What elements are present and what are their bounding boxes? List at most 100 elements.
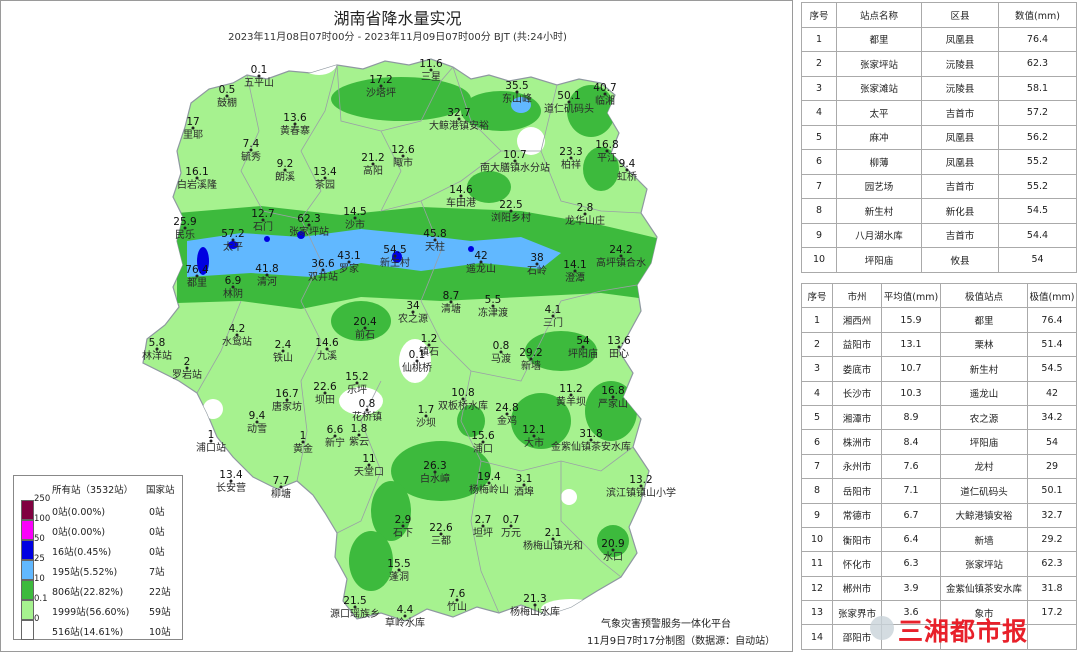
table-cell: 14 <box>801 624 833 650</box>
station-name: 石下 <box>393 528 413 539</box>
table-cell: 郴州市 <box>832 575 882 602</box>
station-value: 0.7 <box>503 514 520 526</box>
station-value: 0.8 <box>359 398 376 410</box>
station-name: 天堂口 <box>354 466 384 478</box>
table-row: 6 株洲市 8.4 坪阳庙 54 <box>801 429 1077 455</box>
table-cell: 8 <box>801 198 837 224</box>
table-cell: 八月湖水库 <box>836 222 922 248</box>
station-value: 17.2 <box>369 74 392 86</box>
station-name: 太平 <box>223 240 243 253</box>
station-value: 17 <box>186 116 199 128</box>
table-cell: 3 <box>801 356 833 382</box>
table-cell: 娄底市 <box>832 356 882 382</box>
table-row: 9 八月湖水库 吉首市 54.4 <box>801 222 1077 248</box>
station-name: 林洋站 <box>142 349 172 362</box>
legend-color-swatch <box>21 600 34 620</box>
legend-count-all: 516站(14.61%) <box>52 627 124 638</box>
station-value: 2.4 <box>275 339 292 351</box>
table-cell: 都里 <box>940 307 1028 333</box>
table-cell: 15.9 <box>881 307 941 333</box>
table-cell: 76.4 <box>1027 307 1077 333</box>
legend-color-swatch <box>21 580 34 600</box>
table-cell: 55.2 <box>998 149 1077 175</box>
station-name: 浦口 <box>473 442 493 455</box>
watermark: 三湘都市报 <box>898 617 1029 646</box>
station-name: 里耶 <box>183 129 203 141</box>
station-name: 茶园 <box>315 178 335 191</box>
legend-header-all: 所有站（3532站） <box>52 485 134 496</box>
legend-count-national: 0站 <box>149 507 165 518</box>
station-name: 大市 <box>524 436 544 449</box>
station-value: 15.5 <box>387 558 410 570</box>
station-value: 7.6 <box>449 588 466 600</box>
station-value: 24.8 <box>495 402 518 414</box>
station-name: 乐坪 <box>347 383 367 396</box>
station-name: 坦坪 <box>473 526 493 539</box>
station-name: 九溪 <box>317 350 337 362</box>
table-cell: 长沙市 <box>832 380 882 406</box>
table-cell: 吉首市 <box>921 100 999 126</box>
station-value: 16.8 <box>595 139 618 151</box>
station-value: 57.2 <box>221 228 244 240</box>
station-value: 16.8 <box>601 385 624 397</box>
station-value: 2.1 <box>545 527 562 539</box>
table-cell: 凤凰县 <box>921 124 999 150</box>
table-cell: 54 <box>1027 429 1077 455</box>
station-name: 唐家坊 <box>272 400 302 413</box>
station-name: 三门 <box>543 316 563 329</box>
station-name: 浏阳乡村 <box>491 211 531 224</box>
table-cell: 遥龙山 <box>940 380 1028 406</box>
table-cell: 永州市 <box>832 453 882 480</box>
table-row: 10 坪阳庙 攸县 54 <box>801 247 1077 273</box>
legend-color-swatch <box>21 540 34 560</box>
station-value: 2.7 <box>475 514 492 526</box>
legend-count-all: 195站(5.52%) <box>52 567 118 578</box>
station-name: 新生村 <box>380 256 410 269</box>
station-name: 铁山 <box>273 351 293 364</box>
table-cell: 62.3 <box>998 51 1077 77</box>
table-cell: 3.9 <box>881 575 941 602</box>
cities-table-body: 1 湘西州 15.9 都里 76.4 2 益阳市 13.1 栗林 51.4 3 娄底市 10.7 新生村 5… <box>801 307 1077 650</box>
table-cell: 6 <box>801 429 833 455</box>
table-cell: 12 <box>801 575 833 602</box>
station-value: 42 <box>474 250 487 262</box>
station-name: 高阳 <box>363 164 383 177</box>
station-value: 1.7 <box>418 404 435 416</box>
table-cell: 6.4 <box>881 526 941 553</box>
map-subtitle: 2023年11月08日07时00分 - 2023年11月09日07时00分 BJ… <box>228 32 567 43</box>
legend-count-national: 59站 <box>149 607 171 618</box>
station-name: 蓬洞 <box>389 571 409 583</box>
table-row: 10 衡阳市 6.4 新墙 29.2 <box>801 526 1077 553</box>
station-name: 民乐 <box>175 229 195 241</box>
table-cell: 8.4 <box>881 429 941 455</box>
legend-count-national: 0站 <box>149 547 165 558</box>
station-value: 13.2 <box>629 474 652 486</box>
station-name: 高坪镇合水 <box>596 256 646 269</box>
table-cell: 金紫仙镇茶安水库 <box>940 575 1028 602</box>
table-cell: 1 <box>801 26 837 52</box>
station-value: 54.5 <box>383 244 406 256</box>
table-row: 1 都里 凤凰县 76.4 <box>801 26 1077 52</box>
table-cell: 7 <box>801 453 833 480</box>
table-cell: 5 <box>801 124 837 150</box>
station-name: 沙坝 <box>416 417 436 429</box>
table-cell: 新化县 <box>921 198 999 224</box>
col-header-extreme-value: 极值(mm) <box>1027 282 1077 309</box>
legend-count-all: 1999站(56.60%) <box>52 607 130 618</box>
station-name: 严家山 <box>598 397 628 410</box>
station-name: 仙桃桥 <box>402 361 432 374</box>
table-row: 1 湘西州 15.9 都里 76.4 <box>801 307 1077 333</box>
station-name: 白岩溪隆 <box>177 178 217 191</box>
table-cell: 29.2 <box>1027 526 1077 553</box>
station-value: 21.3 <box>523 593 546 605</box>
table-row: 5 麻冲 凤凰县 56.2 <box>801 124 1077 150</box>
table-cell: 10 <box>801 247 837 273</box>
table-cell: 园艺场 <box>836 173 922 199</box>
table-cell: 51.4 <box>1027 331 1077 358</box>
station-name: 陬市 <box>393 156 413 169</box>
legend: 所有站（3532站） 国家站 250 0站(0.00%) 0站 100 0站(0.00%… <box>13 475 183 640</box>
station-value: 12.6 <box>391 144 415 156</box>
table-cell: 9 <box>801 502 833 528</box>
table-cell: 4 <box>801 380 833 406</box>
table-row: 11 怀化市 6.3 张家坪站 62.3 <box>801 551 1077 577</box>
